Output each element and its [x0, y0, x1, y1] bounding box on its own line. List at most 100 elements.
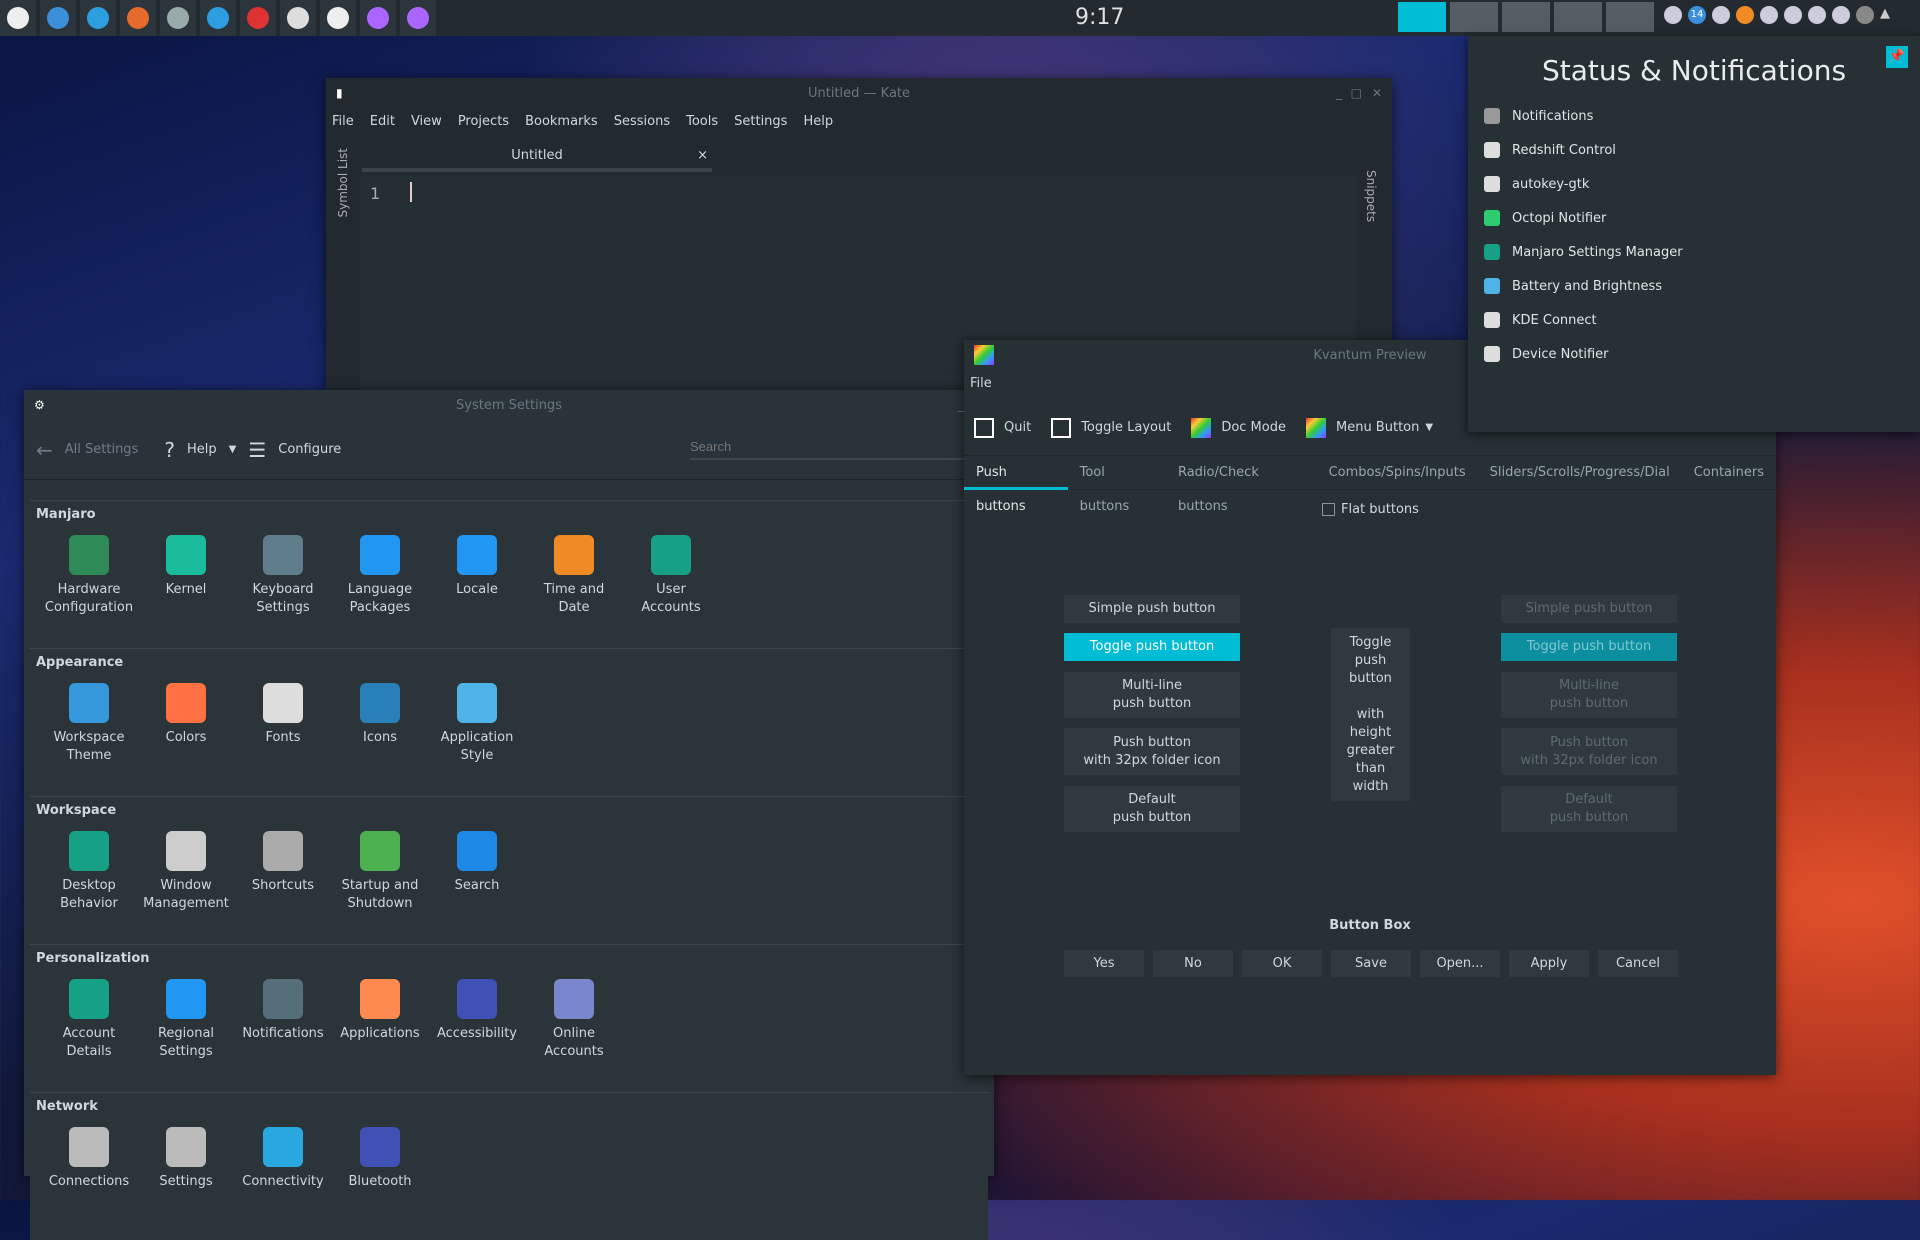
settings-item-colors[interactable]: Colors	[138, 683, 234, 747]
checkbox-icon[interactable]	[1322, 503, 1335, 516]
display-icon[interactable]	[1784, 6, 1802, 24]
menu-settings[interactable]: Settings	[734, 114, 787, 129]
settings-item-search[interactable]: Search	[429, 831, 525, 895]
button-box-yes[interactable]: Yes	[1063, 949, 1145, 978]
settings-item-locale[interactable]: Locale	[429, 535, 525, 599]
search-input[interactable]	[690, 434, 970, 460]
settings-item-settings[interactable]: Settings	[138, 1127, 234, 1191]
tab-combos-spins-inputs[interactable]: Combos/Spins/Inputs	[1317, 456, 1478, 490]
launcher-file-manager[interactable]	[160, 0, 196, 36]
settings-item-time-and-date[interactable]: Time and Date	[526, 535, 622, 617]
push-button[interactable]: Multi-line push button	[1063, 671, 1241, 719]
launcher-kvantum-preview[interactable]	[400, 0, 436, 36]
push-button[interactable]: Simple push button	[1063, 594, 1241, 624]
task-active[interactable]	[1398, 2, 1446, 32]
settings-item-regional-settings[interactable]: Regional Settings	[138, 979, 234, 1061]
settings-item-workspace-theme[interactable]: Workspace Theme	[41, 683, 137, 765]
launcher-telegram[interactable]	[80, 0, 116, 36]
button-box-ok[interactable]: OK	[1241, 949, 1323, 978]
launcher-firefox[interactable]	[120, 0, 156, 36]
button-box-cancel[interactable]: Cancel	[1597, 949, 1679, 978]
settings-item-kernel[interactable]: Kernel	[138, 535, 234, 599]
tab-sliders-scrolls-progress-dial[interactable]: Sliders/Scrolls/Progress/Dial	[1478, 456, 1682, 490]
settings-item-application-style[interactable]: Application Style	[429, 683, 525, 765]
button-box-open[interactable]: Open...	[1419, 949, 1501, 978]
settings-titlebar[interactable]: ⚙ System Settings _ □	[24, 390, 994, 420]
toolbar-menu-button[interactable]: Menu Button	[1305, 417, 1419, 438]
help-button[interactable]: Help	[187, 442, 217, 457]
chevron-down-icon[interactable]: ▼	[229, 444, 237, 455]
toolbar-doc-mode[interactable]: Doc Mode	[1191, 417, 1286, 438]
launcher-kvantum-manager[interactable]	[360, 0, 396, 36]
minimize-button[interactable]: _	[1336, 86, 1342, 100]
tall-toggle-button[interactable]: Toggle push button with height greater t…	[1330, 627, 1411, 802]
launcher-kate[interactable]	[320, 0, 356, 36]
task-opera[interactable]	[1554, 2, 1602, 32]
settings-item-window-management[interactable]: Window Management	[138, 831, 234, 913]
task-firefox[interactable]	[1450, 2, 1498, 32]
settings-item-notifications[interactable]: Notifications	[235, 979, 331, 1043]
settings-item-bluetooth[interactable]: Bluetooth	[332, 1127, 428, 1191]
updates-badge-icon[interactable]: 14	[1688, 6, 1706, 24]
launcher-task-manager[interactable]	[40, 0, 76, 36]
settings-item-accessibility[interactable]: Accessibility	[429, 979, 525, 1043]
settings-item-connectivity[interactable]: Connectivity	[235, 1127, 331, 1191]
expand-tray-icon[interactable]: ▲	[1880, 6, 1898, 24]
close-tab-icon[interactable]: ×	[697, 144, 708, 168]
settings-item-connections[interactable]: Connections	[41, 1127, 137, 1191]
maximize-button[interactable]: □	[1351, 86, 1362, 100]
settings-item-fonts[interactable]: Fonts	[235, 683, 331, 747]
tab-push-buttons[interactable]: Push buttons	[964, 456, 1068, 514]
menu-file[interactable]: File	[332, 114, 354, 129]
settings-item-shortcuts[interactable]: Shortcuts	[235, 831, 331, 895]
notification-item-battery-and-brightness[interactable]: Battery and Brightness	[1468, 269, 1920, 303]
clock[interactable]: 9:17	[1075, 5, 1124, 30]
settings-item-hardware-configuration[interactable]: Hardware Configuration	[41, 535, 137, 617]
menu-projects[interactable]: Projects	[458, 114, 509, 129]
menu-help[interactable]: Help	[803, 114, 833, 129]
launcher-opera[interactable]	[240, 0, 276, 36]
notifications-icon[interactable]	[1808, 6, 1826, 24]
back-arrow-icon[interactable]: ←	[36, 438, 53, 462]
menu-sessions[interactable]: Sessions	[614, 114, 670, 129]
close-button[interactable]: ✕	[1372, 86, 1382, 100]
push-button[interactable]: Toggle push button	[1063, 632, 1241, 662]
kate-titlebar[interactable]: ▮ Untitled — Kate _ □ ✕	[326, 78, 1392, 108]
push-button[interactable]: Default push button	[1063, 785, 1241, 833]
menu-view[interactable]: View	[411, 114, 442, 129]
volume-icon[interactable]	[1856, 6, 1874, 24]
task-plasma[interactable]	[1606, 2, 1654, 32]
octopi-icon[interactable]	[1736, 6, 1754, 24]
flat-buttons-checkbox[interactable]: Flat buttons	[1322, 502, 1419, 517]
pin-icon[interactable]: 📌	[1886, 46, 1908, 68]
toolbar-toggle-layout[interactable]: Toggle Layout	[1051, 417, 1171, 438]
chevron-down-icon[interactable]: ▼	[1425, 422, 1433, 433]
settings-item-language-packages[interactable]: Language Packages	[332, 535, 428, 617]
clipboard-icon[interactable]	[1760, 6, 1778, 24]
menu-bookmarks[interactable]: Bookmarks	[525, 114, 598, 129]
settings-item-applications[interactable]: Applications	[332, 979, 428, 1043]
tab-untitled[interactable]: Untitled ×	[362, 144, 712, 172]
launcher-system-settings[interactable]	[280, 0, 316, 36]
settings-item-icons[interactable]: Icons	[332, 683, 428, 747]
tab-radio-check-buttons[interactable]: Radio/Check buttons	[1166, 456, 1317, 514]
toolbar-quit[interactable]: Quit	[974, 417, 1031, 438]
all-settings-button[interactable]: All Settings	[65, 442, 139, 457]
symbol-list-panel-tab[interactable]: Symbol List	[336, 148, 350, 218]
menu-tools[interactable]: Tools	[686, 114, 718, 129]
notification-item-autokey-gtk[interactable]: autokey-gtk	[1468, 167, 1920, 201]
menu-edit[interactable]: Edit	[370, 114, 395, 129]
bluetooth-icon[interactable]	[1664, 6, 1682, 24]
settings-item-keyboard-settings[interactable]: Keyboard Settings	[235, 535, 331, 617]
settings-item-online-accounts[interactable]: Online Accounts	[526, 979, 622, 1061]
notification-item-device-notifier[interactable]: Device Notifier	[1468, 337, 1920, 371]
settings-item-desktop-behavior[interactable]: Desktop Behavior	[41, 831, 137, 913]
button-box-save[interactable]: Save	[1330, 949, 1412, 978]
notification-item-notifications[interactable]: Notifications	[1468, 99, 1920, 133]
notification-item-redshift-control[interactable]: Redshift Control	[1468, 133, 1920, 167]
configure-button[interactable]: Configure	[278, 442, 341, 457]
kde-connect-icon[interactable]	[1712, 6, 1730, 24]
network-icon[interactable]	[1832, 6, 1850, 24]
tab-containers[interactable]: Containers	[1682, 456, 1776, 490]
notification-item-kde-connect[interactable]: KDE Connect	[1468, 303, 1920, 337]
